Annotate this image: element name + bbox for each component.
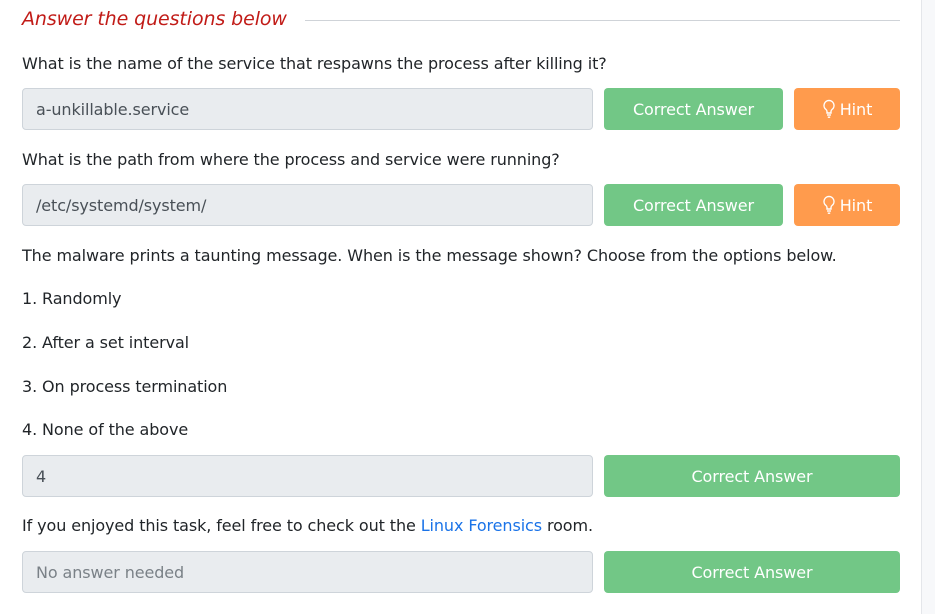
question-2-correct-answer-label: Correct Answer [632,195,754,215]
question-1-correct-answer-label: Correct Answer [632,99,754,119]
lightbulb-icon [823,99,835,118]
question-4-text-before: If you enjoyed this task, feel free to c… [22,516,421,535]
question-4-correct-answer-label: Correct Answer [691,562,813,582]
section-divider [304,19,900,21]
section-header: Answer the questions below [22,6,900,32]
question-3-option-1: 1. Randomly [22,289,122,308]
question-1-hint-label: Hint [839,99,873,119]
question-3-correct-answer-label: Correct Answer [691,466,813,486]
question-4-text: If you enjoyed this task, feel free to c… [22,516,593,535]
lightbulb-icon [823,195,835,214]
question-2-text: What is the path from where the process … [22,150,560,169]
scroll-gutter [922,0,935,614]
question-3-option-3: 3. On process termination [22,377,228,396]
question-1-correct-answer-button[interactable]: Correct Answer [604,88,783,130]
question-2-correct-answer-button[interactable]: Correct Answer [604,184,783,226]
question-3-text: The malware prints a taunting message. W… [22,246,837,265]
question-1-answer-field[interactable]: a-unkillable.service [22,88,593,130]
question-3-correct-answer-button[interactable]: Correct Answer [604,455,900,497]
question-4-answer-field[interactable]: No answer needed [22,551,593,593]
question-4-correct-answer-button[interactable]: Correct Answer [604,551,900,593]
question-2-answer-field[interactable]: /etc/systemd/system/ [22,184,593,226]
section-title: Answer the questions below [22,8,287,30]
question-1-text: What is the name of the service that res… [22,54,607,73]
question-2-hint-button[interactable]: Hint [794,184,900,226]
question-3-option-2: 2. After a set interval [22,333,189,352]
question-4-text-after: room. [541,516,593,535]
question-2-hint-label: Hint [839,195,873,215]
question-1-hint-button[interactable]: Hint [794,88,900,130]
question-3-option-4: 4. None of the above [22,420,189,439]
linux-forensics-link[interactable]: Linux Forensics [421,516,542,535]
question-3-answer-field[interactable]: 4 [22,455,593,497]
